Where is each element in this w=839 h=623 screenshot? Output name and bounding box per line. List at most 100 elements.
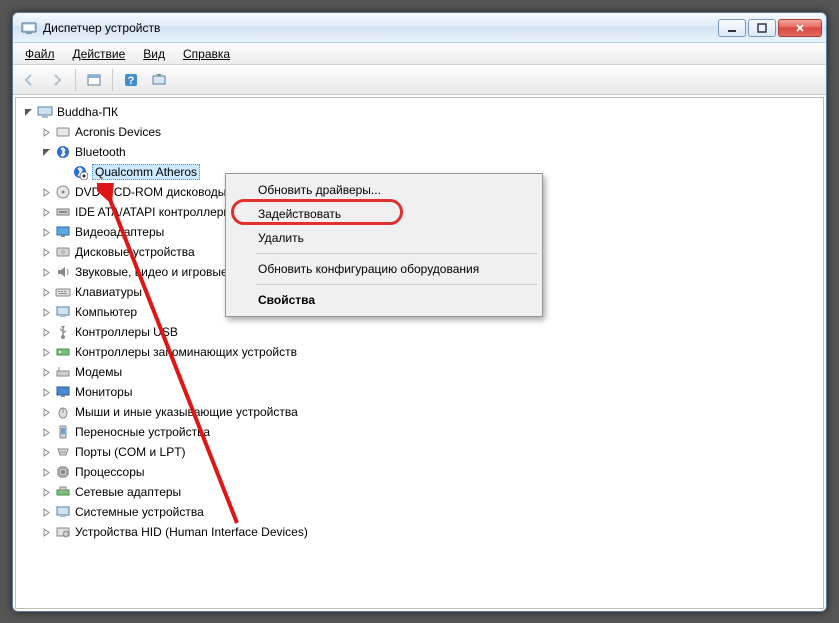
maximize-button[interactable]: [748, 19, 776, 37]
storage-icon: [55, 344, 71, 360]
expander-icon[interactable]: [40, 306, 52, 318]
tree-item-modem[interactable]: Модемы: [16, 362, 823, 382]
mouse-icon: [55, 404, 71, 420]
audio-icon: [55, 264, 71, 280]
expander-icon[interactable]: [40, 446, 52, 458]
back-button[interactable]: [17, 68, 41, 92]
hid-icon: [55, 524, 71, 540]
tree-label: Компьютер: [75, 305, 137, 319]
expander-icon[interactable]: [40, 226, 52, 238]
expander-icon[interactable]: [40, 366, 52, 378]
tree-label: Мыши и иные указывающие устройства: [75, 405, 298, 419]
window-controls: [718, 19, 822, 37]
tree-item-bluetooth[interactable]: Bluetooth: [16, 142, 823, 162]
tree-label: Процессоры: [75, 465, 145, 479]
toolbar-separator: [112, 69, 113, 91]
expander-icon[interactable]: [40, 326, 52, 338]
toolbar: ?: [13, 65, 826, 95]
system-icon: [55, 504, 71, 520]
tree-label: IDE ATA/ATAPI контроллеры: [75, 205, 232, 219]
ctx-enable[interactable]: Задействовать: [228, 202, 540, 226]
menu-file[interactable]: Файл: [17, 45, 63, 63]
device-tree: Buddha-ПК Acronis Devices Bluetooth Qual…: [16, 98, 823, 546]
tree-label: Контроллеры запоминающих устройств: [75, 345, 297, 359]
expander-icon[interactable]: [40, 386, 52, 398]
tree-item-mouse[interactable]: Мыши и иные указывающие устройства: [16, 402, 823, 422]
device-manager-window: Диспетчер устройств Файл Действие Вид Сп…: [12, 12, 827, 612]
tree-item-storage[interactable]: Контроллеры запоминающих устройств: [16, 342, 823, 362]
ide-icon: [55, 204, 71, 220]
cpu-icon: [55, 464, 71, 480]
ctx-update-drivers[interactable]: Обновить драйверы...: [228, 178, 540, 202]
ctx-properties[interactable]: Свойства: [228, 288, 540, 312]
expander-icon[interactable]: [40, 526, 52, 538]
menu-action[interactable]: Действие: [65, 45, 134, 63]
tree-label: Устройства HID (Human Interface Devices): [75, 525, 308, 539]
tree-item-system[interactable]: Системные устройства: [16, 502, 823, 522]
expander-icon[interactable]: [40, 406, 52, 418]
portable-icon: [55, 424, 71, 440]
help-button[interactable]: ?: [119, 68, 143, 92]
tree-label: Qualcomm Atheros: [92, 164, 200, 180]
tree-item-cpu[interactable]: Процессоры: [16, 462, 823, 482]
tree-label: Системные устройства: [75, 505, 204, 519]
tree-item-acronis[interactable]: Acronis Devices: [16, 122, 823, 142]
forward-button[interactable]: [45, 68, 69, 92]
expander-icon[interactable]: [40, 466, 52, 478]
tree-label: DVD и CD-ROM дисководы: [75, 185, 226, 199]
close-button[interactable]: [778, 19, 822, 37]
expander-icon[interactable]: [40, 126, 52, 138]
tree-label: Контроллеры USB: [75, 325, 178, 339]
expander-icon[interactable]: [40, 246, 52, 258]
tree-item-net[interactable]: Сетевые адаптеры: [16, 482, 823, 502]
expander-icon[interactable]: [40, 146, 52, 158]
tree-item-portable[interactable]: Переносные устройства: [16, 422, 823, 442]
ctx-delete[interactable]: Удалить: [228, 226, 540, 250]
scan-hardware-button[interactable]: [147, 68, 171, 92]
expander-icon[interactable]: [22, 106, 34, 118]
expander-icon[interactable]: [40, 186, 52, 198]
expander-icon[interactable]: [40, 506, 52, 518]
show-hidden-button[interactable]: [82, 68, 106, 92]
modem-icon: [55, 364, 71, 380]
expander-icon[interactable]: [40, 266, 52, 278]
bluetooth-device-icon: [72, 164, 88, 180]
display-adapter-icon: [55, 224, 71, 240]
expander-icon[interactable]: [40, 206, 52, 218]
tree-label: Сетевые адаптеры: [75, 485, 181, 499]
tree-label: Дисковые устройства: [75, 245, 195, 259]
ctx-separator: [256, 284, 538, 285]
app-icon: [21, 20, 37, 36]
tree-item-hid[interactable]: Устройства HID (Human Interface Devices): [16, 522, 823, 542]
dvd-icon: [55, 184, 71, 200]
computer-icon: [55, 304, 71, 320]
menu-view[interactable]: Вид: [135, 45, 173, 63]
context-menu: Обновить драйверы... Задействовать Удали…: [225, 173, 543, 317]
tree-label: Buddha-ПК: [57, 105, 118, 119]
tree-root[interactable]: Buddha-ПК: [16, 102, 823, 122]
tree-item-ports[interactable]: Порты (COM и LPT): [16, 442, 823, 462]
tree-label: Видеоадаптеры: [75, 225, 164, 239]
tree-label: Переносные устройства: [75, 425, 210, 439]
expander-icon[interactable]: [40, 426, 52, 438]
expander-icon[interactable]: [40, 286, 52, 298]
menubar: Файл Действие Вид Справка: [13, 43, 826, 65]
minimize-button[interactable]: [718, 19, 746, 37]
tree-item-monitor[interactable]: Мониторы: [16, 382, 823, 402]
expander-icon[interactable]: [40, 346, 52, 358]
tree-item-usb[interactable]: Контроллеры USB: [16, 322, 823, 342]
tree-label: Модемы: [75, 365, 122, 379]
port-icon: [55, 444, 71, 460]
disk-icon: [55, 244, 71, 260]
usb-icon: [55, 324, 71, 340]
tree-label: Acronis Devices: [75, 125, 161, 139]
menu-help[interactable]: Справка: [175, 45, 238, 63]
tree-label: Порты (COM и LPT): [75, 445, 186, 459]
svg-text:?: ?: [128, 75, 135, 87]
expander-icon[interactable]: [40, 486, 52, 498]
ctx-scan-hardware[interactable]: Обновить конфигурацию оборудования: [228, 257, 540, 281]
bluetooth-icon: [55, 144, 71, 160]
device-icon: [55, 124, 71, 140]
tree-label: Клавиатуры: [75, 285, 142, 299]
toolbar-separator: [75, 69, 76, 91]
